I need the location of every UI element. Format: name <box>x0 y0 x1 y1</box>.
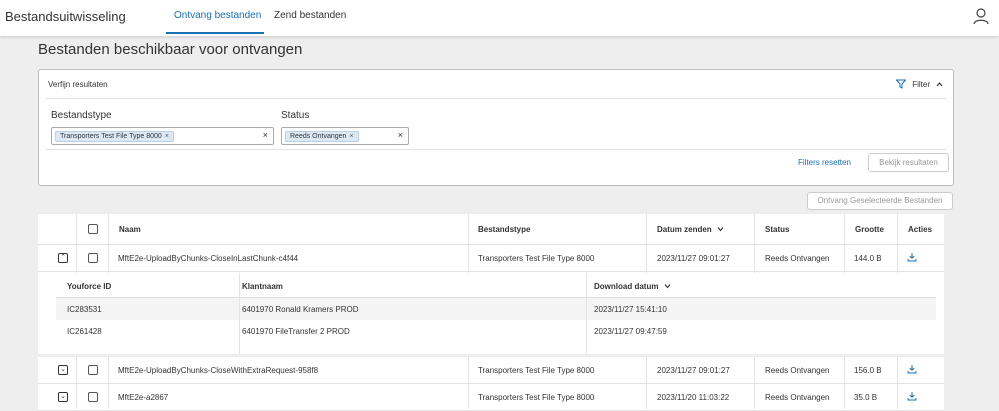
column-header-grootte[interactable]: Grootte <box>855 225 884 234</box>
sub-table-row: IC283531 6401970 Ronald Kramers PROD 202… <box>56 298 936 320</box>
file-type: Transporters Test File Type 8000 <box>478 366 595 375</box>
chevron-down-icon <box>717 227 724 232</box>
user-icon[interactable] <box>972 7 990 25</box>
download-icon[interactable] <box>907 364 917 374</box>
column-header-youforce-id[interactable]: Youforce ID <box>67 282 111 291</box>
youforce-id: IC261428 <box>67 327 102 336</box>
filter-toggle[interactable]: Filter <box>896 79 943 89</box>
divider <box>844 357 845 409</box>
file-name: MftE2e-UploadByChunks-CloseInLastChunk-c… <box>118 254 299 263</box>
download-date: 2023/11/27 09:47:59 <box>594 327 667 336</box>
divider <box>76 357 77 409</box>
chevron-up-icon <box>936 81 943 86</box>
expand-row-icon[interactable]: ⌄ <box>58 365 68 375</box>
column-header-bestandstype[interactable]: Bestandstype <box>478 225 530 234</box>
divider <box>754 357 755 409</box>
bestandstype-select[interactable]: Transporters Test File Type 8000 × × <box>51 127 274 145</box>
divider <box>646 357 647 409</box>
chip-remove-icon[interactable]: × <box>349 133 353 140</box>
column-header-naam[interactable]: Naam <box>119 225 141 234</box>
file-status: Reeds Ontvangen <box>765 366 830 375</box>
top-bar: Bestandsuitwisseling Ontvang bestanden Z… <box>0 0 999 36</box>
tab-zend-bestanden[interactable]: Zend bestanden <box>274 10 346 21</box>
filter-panel: Verfijn resultaten Filter Bestandstype T… <box>38 69 954 186</box>
filter-label-status: Status <box>281 110 310 121</box>
row-checkbox[interactable] <box>88 365 98 375</box>
column-header-klantnaam[interactable]: Klantnaam <box>242 282 283 291</box>
download-icon[interactable] <box>907 391 917 401</box>
divider <box>754 214 755 273</box>
column-header-acties: Acties <box>908 225 933 234</box>
sub-table-header: Youforce ID Klantnaam Download datum <box>56 273 936 298</box>
clear-icon[interactable]: × <box>263 130 268 140</box>
file-type: Transporters Test File Type 8000 <box>478 254 595 263</box>
chevron-down-icon <box>664 284 671 289</box>
column-header-download-datum[interactable]: Download datum <box>594 282 671 291</box>
chip-label: Transporters Test File Type 8000 <box>60 133 162 140</box>
divider <box>45 149 947 150</box>
chip-remove-icon[interactable]: × <box>165 133 169 140</box>
row-checkbox[interactable] <box>88 392 98 402</box>
divider <box>76 214 77 273</box>
table-header: Naam Bestandstype Datum zenden Status Gr… <box>38 214 944 245</box>
send-date: 2023/11/20 11:03:22 <box>657 393 730 402</box>
divider <box>45 98 947 99</box>
download-icon[interactable] <box>907 252 917 262</box>
column-header-status[interactable]: Status <box>765 225 789 234</box>
divider <box>844 214 845 273</box>
send-date: 2023/11/27 09:01:27 <box>657 366 730 375</box>
divider <box>646 214 647 273</box>
table-row[interactable]: ⌃ MftE2e-UploadByChunks-CloseInLastChunk… <box>38 245 944 272</box>
table-row[interactable]: ⌄ MftE2e-UploadByChunks-CloseWithExtraRe… <box>38 357 944 384</box>
chip-label: Reeds Ontvangen <box>290 133 347 140</box>
column-header-label: Download datum <box>594 282 659 291</box>
file-size: 156.0 B <box>854 366 882 375</box>
client-name: 6401970 Ronald Kramers PROD <box>242 305 359 314</box>
column-header-label: Datum zenden <box>657 225 712 234</box>
expand-row-icon[interactable]: ⌄ <box>58 392 68 402</box>
filter-label-bestandstype: Bestandstype <box>51 110 112 121</box>
active-tab-indicator <box>166 32 264 34</box>
reset-filters-link[interactable]: Filters resetten <box>798 158 851 167</box>
filter-chip: Reeds Ontvangen × <box>285 131 359 142</box>
select-all-checkbox[interactable] <box>88 224 98 234</box>
clear-icon[interactable]: × <box>398 130 403 140</box>
divider <box>897 357 898 409</box>
filter-chip: Transporters Test File Type 8000 × <box>55 131 174 142</box>
status-select[interactable]: Reeds Ontvangen × × <box>281 127 409 145</box>
tab-ontvang-bestanden[interactable]: Ontvang bestanden <box>174 10 261 21</box>
view-results-button[interactable]: Bekijk resultaten <box>868 153 949 172</box>
files-table: Naam Bestandstype Datum zenden Status Gr… <box>38 214 944 411</box>
divider <box>897 214 898 273</box>
client-name: 6401970 FileTransfer 2 PROD <box>242 327 350 336</box>
divider <box>108 214 109 273</box>
download-details: Youforce ID Klantnaam Download datum IC2… <box>38 273 944 354</box>
file-name: MftE2e-a2867 <box>118 393 169 402</box>
page-title: Bestanden beschikbaar voor ontvangen <box>38 41 303 58</box>
divider <box>586 273 587 354</box>
download-date: 2023/11/27 15:41:10 <box>594 305 667 314</box>
collapse-row-icon[interactable]: ⌃ <box>58 253 68 263</box>
file-status: Reeds Ontvangen <box>765 393 830 402</box>
send-date: 2023/11/27 09:01:27 <box>657 254 730 263</box>
divider <box>468 357 469 409</box>
filter-toggle-label: Filter <box>912 79 930 89</box>
table-row[interactable]: ⌄ MftE2e-a2867 Transporters Test File Ty… <box>38 384 944 411</box>
divider <box>239 273 240 354</box>
app-title: Bestandsuitwisseling <box>5 9 126 24</box>
row-checkbox[interactable] <box>88 253 98 263</box>
divider <box>108 357 109 409</box>
file-name: MftE2e-UploadByChunks-CloseWithExtraRequ… <box>118 366 319 375</box>
filter-heading: Verfijn resultaten <box>48 80 108 89</box>
divider <box>468 214 469 273</box>
file-size: 144.0 B <box>854 254 882 263</box>
file-size: 35.0 B <box>854 393 878 402</box>
sub-table-row: IC261428 6401970 FileTransfer 2 PROD 202… <box>56 320 936 342</box>
file-type: Transporters Test File Type 8000 <box>478 393 595 402</box>
file-status: Reeds Ontvangen <box>765 254 830 263</box>
column-header-datum-zenden[interactable]: Datum zenden <box>657 225 724 234</box>
filter-icon <box>896 79 907 89</box>
receive-selected-button[interactable]: Ontvang Geselecteerde Bestanden <box>807 192 953 210</box>
youforce-id: IC283531 <box>67 305 102 314</box>
